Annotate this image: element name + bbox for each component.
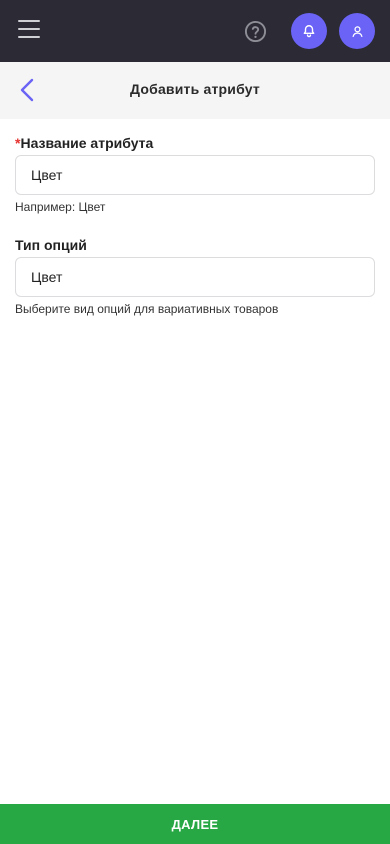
option-type-group: Тип опций Выберите вид опций для вариати…	[15, 236, 375, 316]
notifications-button[interactable]	[291, 13, 327, 49]
attribute-name-label: *Название атрибута	[15, 134, 375, 154]
attribute-name-hint: Например: Цвет	[15, 200, 106, 214]
user-icon	[352, 25, 362, 37]
page-header: Добавить атрибут	[0, 62, 390, 119]
question-circle-icon[interactable]	[244, 20, 267, 43]
option-type-label: Тип опций	[15, 237, 87, 253]
hamburger-icon[interactable]	[18, 20, 40, 38]
profile-button[interactable]	[339, 13, 375, 49]
next-button[interactable]: ДАЛЕЕ	[0, 804, 390, 844]
bell-icon	[303, 25, 315, 38]
attribute-name-input[interactable]	[15, 155, 375, 195]
option-type-hint: Выберите вид опций для вариативных товар…	[15, 302, 279, 316]
attribute-name-label-text: Название атрибута	[20, 135, 154, 151]
option-type-select[interactable]	[15, 257, 375, 297]
page-title: Добавить атрибут	[130, 81, 260, 97]
attribute-name-group: *Название атрибута Например: Цвет	[15, 134, 375, 214]
attribute-form: *Название атрибута Например: Цвет Тип оп…	[15, 134, 375, 316]
top-app-bar	[0, 0, 390, 62]
